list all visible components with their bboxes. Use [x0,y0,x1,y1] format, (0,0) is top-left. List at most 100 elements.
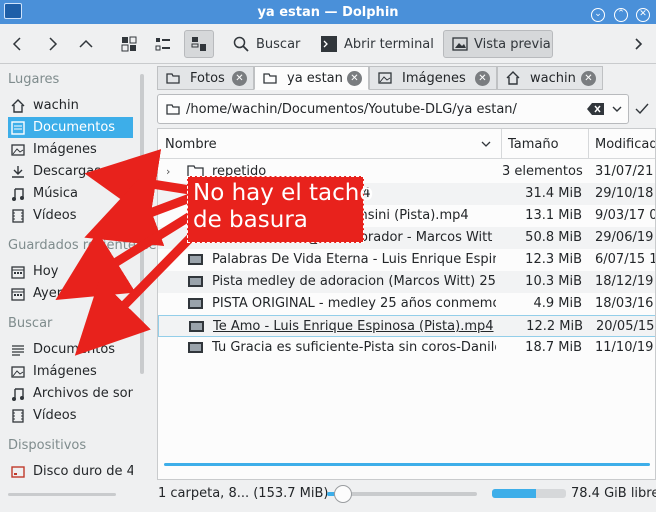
minimize-icon: ⌄ [591,8,605,22]
sidebar-item-yesterday[interactable]: Ayer [8,283,133,304]
tab-wachin[interactable]: wachin ✕ [497,66,603,90]
confirm-location-icon[interactable] [633,100,651,118]
documents-icon [11,120,25,135]
zoom-slider-handle[interactable] [334,485,352,503]
video-file-icon [188,298,203,309]
sidebar-item-search-documents[interactable]: Documentos [8,339,133,360]
section-header-places: Lugares [8,72,60,87]
column-header-size[interactable]: Tamaño [508,137,559,152]
music-icon [12,387,24,401]
column-header-name[interactable]: Nombre [165,137,217,152]
back-button[interactable] [8,30,32,58]
chevron-down-icon[interactable] [611,103,623,115]
column-separator[interactable] [588,129,589,159]
sidebar-horizontal-scrollbar[interactable] [8,493,116,496]
file-row[interactable]: Pista medley de adoracion (Marcos Witt) … [158,271,655,293]
video-file-icon [188,276,203,287]
details-view-icon [191,37,206,51]
maximize-icon: ⌃ [614,8,628,22]
preview-toggle-button[interactable]: Vista previa [443,30,553,58]
close-window-button[interactable]: ✕ [634,3,652,22]
search-icon [233,36,249,52]
free-space-fill [492,489,537,498]
sidebar-item-music[interactable]: Música [8,183,133,204]
column-header-row: Nombre Tamaño Modificado [158,129,655,159]
compact-view-button[interactable] [150,30,178,58]
close-tab-icon[interactable]: ✕ [232,71,247,86]
open-terminal-button[interactable]: Abrir terminal [320,30,434,58]
sidebar-scrollbar[interactable] [140,74,144,374]
details-view-button[interactable] [184,30,214,58]
location-path[interactable]: /home/wachin/Documentos/Youtube-DLG/ya e… [186,102,517,117]
search-button[interactable]: Buscar [232,30,300,58]
sidebar-item-harddisk[interactable]: Disco duro de 46,6 GiB [8,461,133,482]
sidebar-item-search-images[interactable]: Imágenes [8,361,133,382]
file-modified-date: 18/03/16 ... [595,296,655,311]
free-space-bar [492,489,566,498]
section-header-search: Buscar [8,316,53,331]
column-separator[interactable] [501,129,502,159]
file-list-horizontal-scrollbar[interactable] [164,463,650,466]
file-size: 31.4 MiB [525,186,582,201]
sidebar-item-videos[interactable]: Vídeos [8,205,133,226]
location-bar[interactable]: /home/wachin/Documentos/Youtube-DLG/ya e… [157,94,629,124]
file-modified-date: 31/07/21 ... [595,164,655,179]
sidebar-item-label: Imágenes [33,364,97,379]
toolbar-overflow-button[interactable] [630,30,650,58]
file-row[interactable]: Palabras De Vida Eterna - Luis Enrique E… [158,249,655,271]
sidebar-item-search-videos[interactable]: Vídeos [8,405,133,426]
file-size: 10.3 MiB [525,274,582,289]
file-row[interactable]: PISTA ORIGINAL - medley 25 años conmemo.… [158,293,655,315]
sidebar-item-documents[interactable]: Documentos [8,117,133,138]
arrow-right-icon [49,37,58,51]
image-preview-icon [452,37,468,51]
tab-imagenes[interactable]: Imágenes ✕ [369,66,497,90]
file-size: 12.2 MiB [526,319,583,334]
file-row[interactable]: Te Amo - Luis Enrique Espinosa (Pista).m… [158,315,655,337]
file-size: 3 elementos [502,164,583,179]
sidebar-item-label: Descargas [33,164,102,179]
close-tab-icon[interactable]: ✕ [581,71,596,86]
forward-button[interactable] [42,30,66,58]
open-terminal-label: Abrir terminal [344,36,434,52]
images-icon [378,72,392,84]
sort-chevron-down-icon[interactable] [480,139,492,149]
minimize-button[interactable]: ⌄ [589,3,607,22]
sidebar-item-label: Hoy [33,264,59,279]
section-header-recent: Guardados recientemente [8,238,178,253]
tab-fotos[interactable]: Fotos ✕ [157,66,254,90]
tab-ya-estan[interactable]: ya estan ✕ [254,66,369,90]
file-modified-date: 6/07/15 16... [595,252,655,267]
images-icon [11,143,25,156]
expand-chevron-icon[interactable]: › [166,165,170,178]
tab-label: ya estan [287,70,343,86]
annotation-line-2: de basura [193,207,308,233]
close-tab-icon[interactable]: ✕ [475,71,490,86]
file-row[interactable]: Tu Gracia es suficiente-Pista sin coros-… [158,337,655,359]
dolphin-app-icon[interactable] [4,3,22,19]
sidebar-item-home[interactable]: wachin [8,95,133,116]
sidebar-item-label: Vídeos [33,208,77,223]
sidebar-item-downloads[interactable]: Descargas [8,161,133,182]
column-header-modified[interactable]: Modificado [595,137,655,152]
file-size: 13.1 MiB [525,208,582,223]
clear-location-icon[interactable] [587,103,604,115]
annotation-line-1: No hay el tacho [193,180,374,206]
sidebar-item-today[interactable]: Hoy [8,261,133,282]
file-name: Te Amo - Luis Enrique Espinosa (Pista).m… [213,319,494,334]
sidebar-item-label: Ayer [33,286,63,301]
close-tab-icon[interactable]: ✕ [347,71,362,86]
icons-view-button[interactable] [116,30,144,58]
video-icon [12,408,24,423]
title-bar[interactable]: ya estan — Dolphin ⌄ ⌃ ✕ [0,0,656,24]
sidebar-item-search-audio[interactable]: Archivos de sonido [8,383,133,404]
sidebar-item-images[interactable]: Imágenes [8,139,133,160]
up-button[interactable] [76,30,100,58]
window-title: ya estan — Dolphin [257,4,399,20]
calendar-icon [11,287,25,301]
home-icon [11,98,25,113]
file-modified-date: 29/06/19 ... [595,230,655,245]
video-icon [12,208,24,223]
maximize-button[interactable]: ⌃ [612,3,630,22]
text-doc-icon [12,344,24,356]
